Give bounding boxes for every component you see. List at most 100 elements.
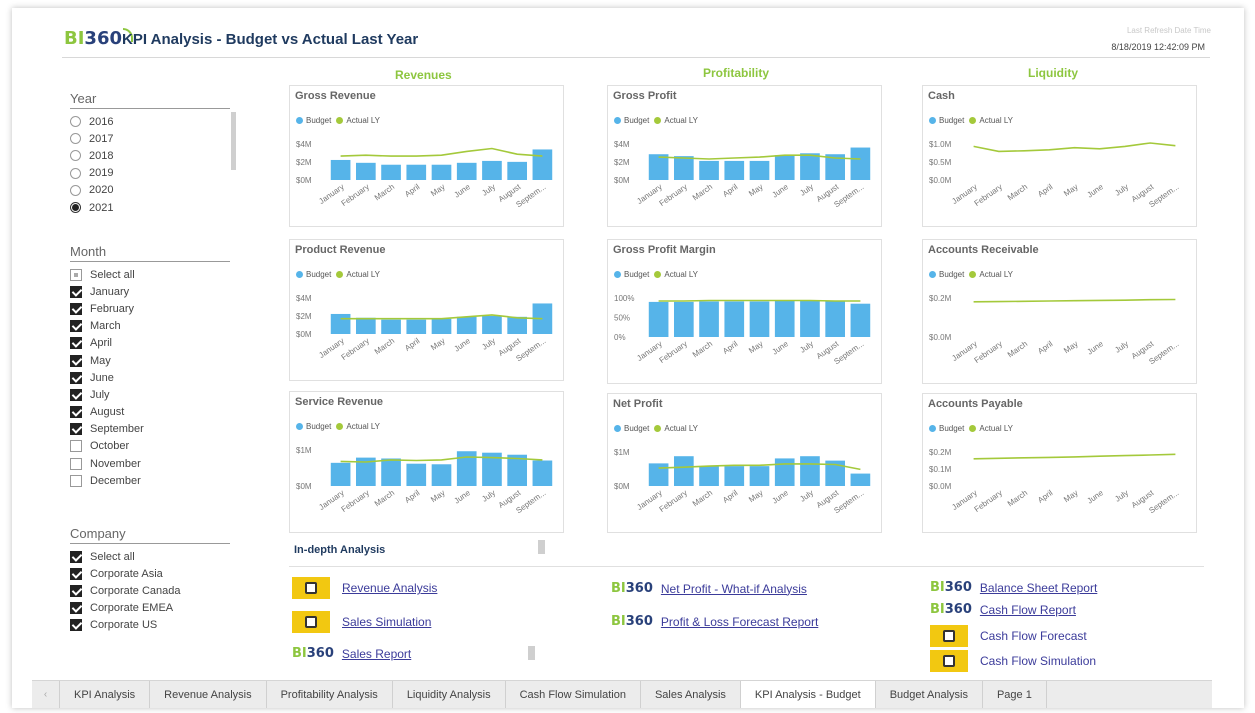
year-option[interactable]: 2021 [70,199,230,216]
indepth-scrollbar-bottom[interactable] [528,646,535,660]
checkbox-icon[interactable] [70,550,82,563]
checkbox-icon[interactable] [70,388,82,401]
radio-button-icon[interactable] [70,202,81,214]
company-option[interactable]: Corporate US [70,617,230,634]
tab-sales-analysis[interactable]: Sales Analysis [641,681,741,708]
budget-bar [355,317,376,334]
accounts-receivable-card[interactable]: Accounts Receivable Budget Actual LY $0.2M $… [922,239,1197,384]
month-option[interactable]: Select all [70,266,230,283]
month-option[interactable]: December [70,472,230,489]
month-option[interactable]: February [70,300,230,317]
month-option[interactable]: January [70,283,230,300]
month-option[interactable]: August [70,404,230,421]
checkbox-icon[interactable] [70,457,82,470]
checkbox-icon[interactable] [70,354,82,367]
month-option[interactable]: May [70,352,230,369]
legend-actual-swatch [969,425,977,432]
budget-bar [673,301,694,337]
tab-kpi-analysis-budget[interactable]: KPI Analysis - Budget [740,681,876,708]
checkbox-icon[interactable] [70,320,82,333]
checkbox-icon[interactable] [70,440,82,453]
cash-card[interactable]: Cash Budget Actual LY $1.0M $0.5M $0.0M Januar… [922,85,1197,227]
year-option[interactable]: 2018 [70,147,230,164]
budget-bar [456,316,477,334]
indepth-scrollbar-top[interactable] [538,540,545,554]
checkbox-icon[interactable] [70,602,82,615]
year-option[interactable]: 2016 [70,113,230,130]
gross-revenue-card[interactable]: Gross Revenue Budget Actual LY $4M $2M $0M Jan… [289,85,564,227]
checkbox-icon[interactable] [70,268,82,281]
checkbox-icon[interactable] [70,302,82,315]
checkbox-icon[interactable] [70,619,82,632]
product-revenue-card[interactable]: Product Revenue Budget Actual LY $4M $2M $0M J… [289,239,564,381]
year-option[interactable]: 2019 [70,165,230,182]
x-tick-label: July [480,336,497,352]
gross-profit-margin-card[interactable]: Gross Profit Margin Budget Actual LY 100% 50… [607,239,882,384]
checkbox-icon[interactable] [70,406,82,419]
budget-bar [749,301,770,337]
tab-cash-flow-simulation[interactable]: Cash Flow Simulation [506,681,641,708]
sales-simulation-link[interactable]: Sales Simulation [292,611,431,633]
x-tick-label: May [747,339,765,355]
cash-flow-simulation-link[interactable]: Cash Flow Simulation [930,650,1096,672]
radio-button-icon[interactable] [70,133,81,145]
radio-button-icon[interactable] [70,184,81,196]
checkbox-icon[interactable] [70,337,82,350]
pl-forecast-link[interactable]: BI360 Profit & Loss Forecast Report [611,614,818,629]
checkbox-icon[interactable] [70,584,82,597]
month-option[interactable]: March [70,318,230,335]
gross-profit-card[interactable]: Gross Profit Budget Actual LY $4M $2M $0M Janu… [607,85,882,227]
revenue-analysis-link[interactable]: Revenue Analysis [292,577,437,599]
tab-scroll-left-icon[interactable]: ‹ [32,681,60,708]
radio-button-icon[interactable] [70,116,81,128]
accounts-payable-card[interactable]: Accounts Payable Budget Actual LY $0.2M $0.1… [922,393,1197,533]
y-tick-label: $0M [614,482,630,491]
month-option[interactable]: July [70,386,230,403]
balance-sheet-link[interactable]: BI360 Balance Sheet Report [930,580,1097,595]
checkbox-icon[interactable] [70,371,82,384]
year-option[interactable]: 2020 [70,182,230,199]
year-slicer-scrollbar[interactable] [231,112,236,170]
month-option[interactable]: September [70,421,230,438]
tab-profitability-analysis[interactable]: Profitability Analysis [267,681,393,708]
tab-page-1[interactable]: Page 1 [983,681,1047,708]
chart-title: Cash [928,90,955,102]
legend-budget: Budget [929,116,964,125]
powerbi-report-icon [292,611,330,633]
x-tick-label: April [403,488,421,505]
tab-liquidity-analysis[interactable]: Liquidity Analysis [393,681,506,708]
checkbox-icon[interactable] [70,474,82,487]
service-revenue-card[interactable]: Service Revenue Budget Actual LY $1M $0M Janu… [289,391,564,533]
tab-budget-analysis[interactable]: Budget Analysis [876,681,983,708]
legend-budget-label: Budget [624,424,650,433]
company-option[interactable]: Corporate Asia [70,565,230,582]
month-option[interactable]: October [70,438,230,455]
radio-button-icon[interactable] [70,150,81,162]
year-option[interactable]: 2017 [70,130,230,147]
company-option[interactable]: Corporate Canada [70,582,230,599]
checkbox-icon[interactable] [70,567,82,580]
checkbox-icon[interactable] [70,423,82,436]
legend-actual-swatch [969,271,977,278]
net-profit-card[interactable]: Net Profit Budget Actual LY $1M $0M January Fe… [607,393,882,533]
y-tick-label: $1M [614,448,630,457]
legend-budget-label: Budget [939,116,965,125]
x-tick-label: February [340,182,371,208]
radio-button-icon[interactable] [70,167,81,179]
tab-revenue-analysis[interactable]: Revenue Analysis [150,681,267,708]
company-option[interactable]: Corporate EMEA [70,600,230,617]
cash-flow-forecast-link[interactable]: Cash Flow Forecast [930,625,1087,647]
tab-kpi-analysis[interactable]: KPI Analysis [60,681,151,708]
month-option[interactable]: June [70,369,230,386]
bi360-icon: BI360 [611,581,653,596]
sales-report-link[interactable]: BI360 Sales Report [292,646,411,661]
month-option[interactable]: November [70,455,230,472]
cash-flow-report-link[interactable]: BI360 Cash Flow Report [930,602,1076,617]
net-profit-whatif-link[interactable]: BI360 Net Profit - What-if Analysis [611,581,807,596]
legend-budget: Budget [296,270,331,279]
month-option[interactable]: April [70,335,230,352]
indepth-title: In-depth Analysis [294,544,386,556]
budget-bar [724,301,745,337]
checkbox-icon[interactable] [70,285,82,298]
company-option[interactable]: Select all [70,548,230,565]
